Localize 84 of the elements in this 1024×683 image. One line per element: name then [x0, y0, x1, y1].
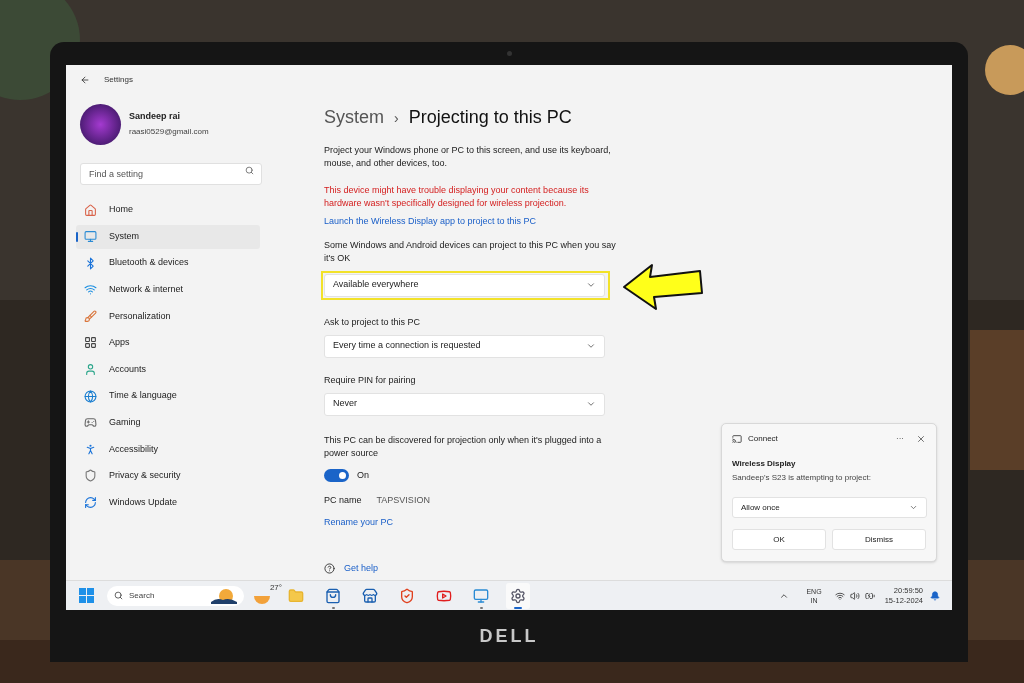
breadcrumb-parent[interactable]: System — [324, 104, 384, 131]
nav-item[interactable]: Home — [76, 198, 260, 222]
search-field[interactable]: Find a setting — [80, 163, 262, 185]
profile-email: raasi0529@gmail.com — [129, 125, 209, 138]
settings-icon — [510, 587, 526, 604]
dismiss-button[interactable]: Dismiss — [832, 529, 926, 550]
setting-label: Ask to project to this PC — [324, 315, 422, 329]
dropdown[interactable]: Never — [324, 392, 605, 416]
nav-item[interactable]: Accessibility — [76, 437, 260, 462]
brush-icon — [84, 309, 97, 323]
ok-button[interactable]: OK — [732, 529, 826, 550]
setting-label: Some Windows and Android devices can project to this PC when you say it's OK — [324, 238, 617, 265]
nav-item[interactable]: Privacy & security — [76, 463, 260, 488]
running-indicator — [514, 606, 522, 609]
nav-item[interactable]: Time & language — [76, 384, 260, 409]
dropdown[interactable]: Available everywhere — [324, 273, 605, 297]
search-icon — [114, 591, 123, 600]
store-icon — [362, 587, 378, 604]
breadcrumb-separator: › — [394, 109, 399, 128]
toggle-switch[interactable] — [324, 468, 349, 482]
lion-shield-icon — [399, 587, 415, 604]
back-icon[interactable] — [80, 75, 90, 85]
power-label: This PC can be discovered for projection only when it's plugged into a power source — [324, 433, 603, 460]
start-icon[interactable] — [79, 588, 94, 603]
notification-title: Wireless Display — [732, 458, 797, 470]
rename-link[interactable]: Rename your PC — [324, 515, 952, 529]
apps-icon — [84, 336, 97, 350]
update-icon — [84, 496, 97, 510]
cast-icon — [732, 434, 742, 444]
shield-icon — [84, 469, 97, 483]
home-icon — [84, 203, 97, 217]
nav-item[interactable]: Apps — [76, 330, 260, 355]
running-indicator — [479, 606, 483, 609]
volume-icon — [849, 590, 860, 601]
taskbar-search[interactable]: Search — [107, 585, 244, 606]
toggle-state: On — [357, 468, 369, 482]
chevron-down-icon — [909, 503, 918, 512]
description: Project your Windows phone or PC to this screen, and use its keyboard, mouse, and other devices, too. — [324, 144, 612, 170]
launch-link[interactable]: Launch the Wireless Display app to project to this PC — [324, 215, 952, 229]
pc-name-value: TAPSVISION — [376, 494, 430, 507]
window-title: Settings — [104, 74, 133, 86]
close-icon[interactable] — [916, 434, 926, 444]
nav-item[interactable]: Gaming — [76, 410, 260, 435]
profile-name: Sandeep rai — [129, 110, 182, 124]
bag-icon — [325, 587, 341, 604]
taskbar-app[interactable] — [506, 582, 530, 609]
sun-cloud-icon — [211, 587, 237, 604]
accessibility-icon — [84, 442, 97, 456]
setting-label: Require PIN for pairing — [324, 373, 417, 387]
chevron-down-icon — [586, 280, 596, 290]
search-icon — [245, 166, 254, 175]
notification-message: Sandeep's S23 is attempting to project: — [732, 472, 872, 484]
globe-icon — [84, 389, 97, 403]
chevron-down-icon — [586, 399, 596, 409]
help-icon — [324, 563, 335, 575]
nav-item[interactable]: Network & internet — [76, 277, 260, 302]
monitor-icon — [84, 230, 97, 244]
nav-item[interactable]: Accounts — [76, 357, 260, 382]
nav-item[interactable]: Bluetooth & devices — [76, 251, 260, 276]
page-title: Projecting to this PC — [408, 106, 572, 129]
person-icon — [84, 363, 97, 377]
warning-text: This device might have trouble displaying your content because its hardware wasn't specifically designed for wireless projection. — [324, 184, 590, 210]
bluetooth-icon — [84, 256, 97, 270]
monitor-icon — [473, 587, 489, 604]
notification-app: Connect — [748, 433, 778, 445]
gamepad-icon — [84, 416, 97, 430]
chevron-down-icon — [586, 341, 596, 351]
nav-item[interactable]: Personalization — [76, 304, 260, 329]
nav-item[interactable]: System — [76, 224, 260, 249]
battery-icon — [864, 590, 875, 601]
wifi-icon — [84, 283, 97, 297]
folder-icon — [288, 587, 304, 604]
dropdown[interactable]: Allow once — [732, 497, 927, 518]
weather-temp: 27° — [269, 582, 282, 592]
laptop-logo: DELL — [479, 625, 539, 648]
avatar — [80, 103, 121, 145]
get-help-link[interactable]: Get help — [344, 562, 379, 576]
dropdown[interactable]: Every time a connection is requested — [324, 334, 605, 358]
bell-icon[interactable] — [930, 590, 940, 601]
nav-item[interactable]: Windows Update — [76, 490, 260, 515]
running-indicator — [331, 606, 335, 609]
more-button[interactable]: ··· — [896, 433, 904, 445]
pc-name-label: PC name — [324, 494, 362, 507]
wifi-icon — [834, 590, 845, 601]
